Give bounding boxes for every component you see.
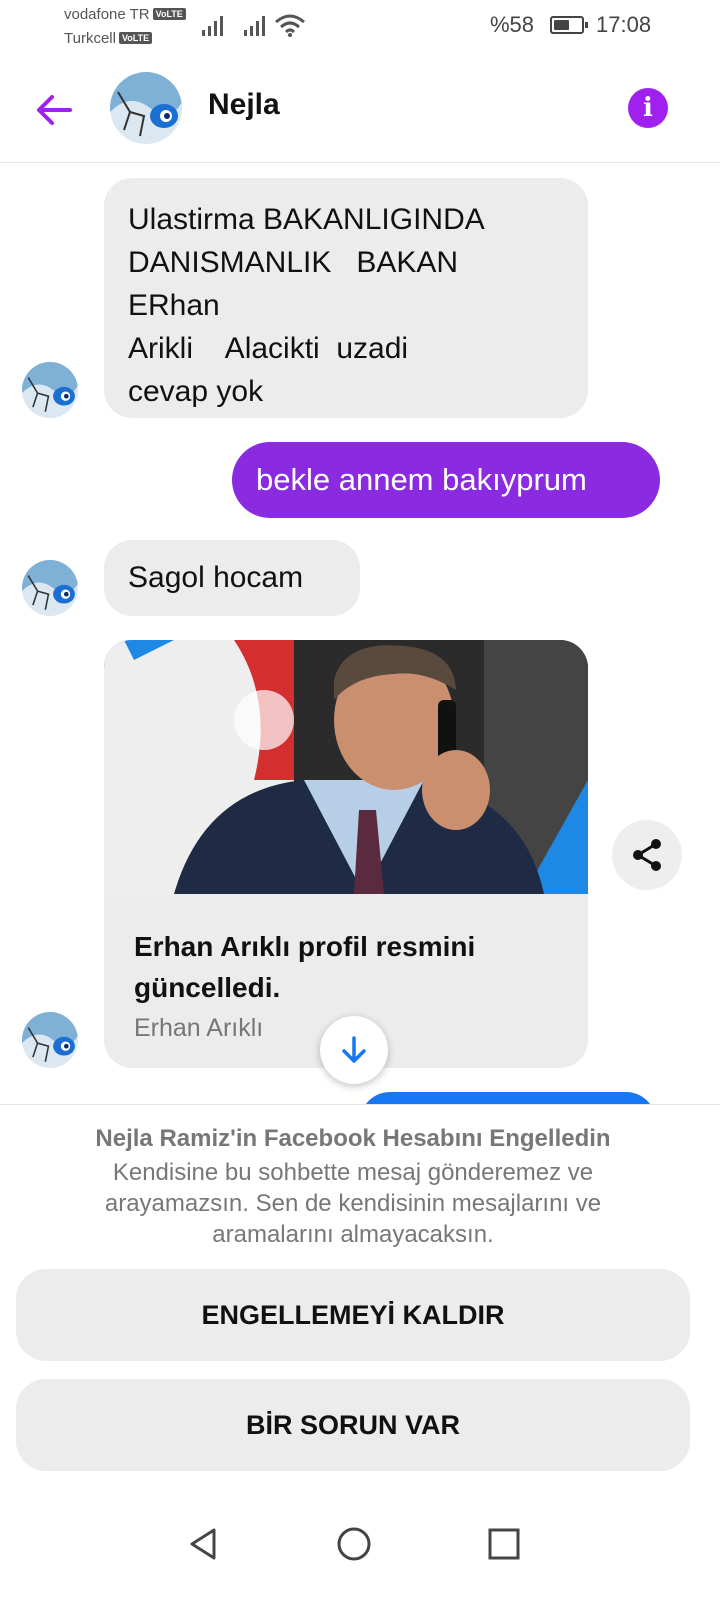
chat-header: Nejla i bbox=[0, 58, 720, 163]
info-icon: i bbox=[643, 93, 653, 123]
avatar[interactable] bbox=[22, 362, 78, 418]
signal-1-icon bbox=[202, 16, 223, 36]
blocked-title: Nejla Ramiz'in Facebook Hesabını Engelle… bbox=[95, 1125, 611, 1152]
arrow-left-icon bbox=[37, 95, 72, 125]
incoming-message[interactable]: Ulastirma BAKANLIGINDA DANISMANLIK BAKAN… bbox=[104, 178, 588, 418]
avatar[interactable] bbox=[22, 560, 78, 616]
report-problem-button[interactable]: BİR SORUN VAR bbox=[16, 1379, 690, 1471]
share-icon bbox=[633, 839, 661, 871]
incoming-message[interactable]: Sagol hocam bbox=[104, 540, 360, 616]
clock: 17:08 bbox=[596, 12, 652, 37]
carrier-1: vodafone TR VoLTE bbox=[64, 6, 186, 23]
triangle-back-icon bbox=[190, 1528, 216, 1560]
avatar-image bbox=[110, 72, 182, 144]
scroll-to-bottom-button[interactable] bbox=[320, 1016, 388, 1084]
share-button[interactable] bbox=[612, 820, 682, 890]
card-title: Erhan Arıklı profil resmini güncelledi. bbox=[134, 931, 476, 1003]
avatar[interactable] bbox=[110, 72, 182, 144]
carrier-2: Turkcell VoLTE bbox=[64, 30, 153, 47]
avatar-image bbox=[22, 362, 78, 418]
nav-home-button[interactable] bbox=[334, 1524, 374, 1564]
battery-fill bbox=[554, 20, 569, 30]
avatar-image bbox=[22, 560, 78, 616]
nav-back-button[interactable] bbox=[184, 1524, 224, 1564]
blocked-description: Kendisine bu sohbette mesaj gönderemez v… bbox=[104, 1159, 602, 1248]
info-button[interactable]: i bbox=[628, 88, 668, 128]
avatar-image bbox=[22, 1012, 78, 1068]
card-photo bbox=[104, 640, 588, 894]
unblock-button[interactable]: ENGELLEMEYİ KALDIR bbox=[16, 1269, 690, 1361]
signal-2-icon bbox=[244, 16, 265, 36]
battery-icon bbox=[550, 16, 588, 34]
arrow-down-icon bbox=[342, 1036, 366, 1063]
wifi-icon bbox=[275, 14, 305, 37]
circle-home-icon bbox=[337, 1527, 371, 1561]
volte-badge: VoLTE bbox=[152, 8, 186, 20]
volte-badge: VoLTE bbox=[118, 32, 153, 44]
outgoing-message[interactable]: bekle annem bakıyprum bbox=[232, 442, 660, 518]
nav-recents-button[interactable] bbox=[484, 1524, 524, 1564]
card-subtitle: Erhan Arıklı bbox=[134, 1014, 264, 1042]
battery-percent: %58 bbox=[490, 12, 535, 37]
contact-name[interactable]: Nejla bbox=[208, 88, 280, 122]
square-recents-icon bbox=[488, 1528, 520, 1560]
system-nav-bar bbox=[0, 1480, 720, 1600]
link-card[interactable]: Erhan Arıklı profil resmini güncelledi. … bbox=[104, 640, 588, 1068]
back-button[interactable] bbox=[30, 86, 78, 134]
status-bar: vodafone TR VoLTE Turkcell VoLTE %58 17:08 bbox=[0, 0, 720, 56]
avatar[interactable] bbox=[22, 1012, 78, 1068]
